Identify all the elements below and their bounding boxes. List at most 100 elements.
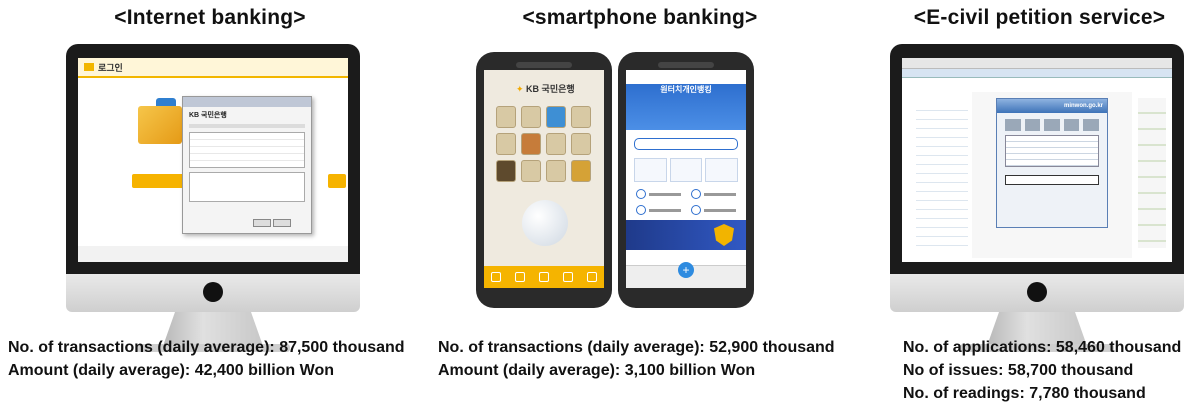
stat-line: No. of transactions (daily average): 52,… [438,336,835,359]
link-item [636,205,681,215]
link-item [691,189,736,199]
kb-logo-icon [84,63,94,71]
stat-value: 52,900 thousand [709,339,835,356]
app-icon [571,106,591,128]
woori-links [636,189,736,215]
stat-value: 3,100 billion Won [624,362,756,379]
app-icon [546,133,566,155]
app-icon [571,160,591,182]
woori-header: 원터치개인뱅킹 [626,84,746,130]
stat-value: 42,400 billion Won [194,362,335,379]
stat-value: 87,500 thousand [279,339,405,356]
password-area [189,172,305,202]
stat-line: No of issues: 58,700 thousand [903,359,1181,382]
app-icon [521,160,541,182]
dialog-toolbar [189,124,305,128]
app-icon-grid [496,106,592,182]
e-civil-screen: minwon.go.kr [902,58,1172,262]
stat-value: 58,460 thousand [1055,339,1182,356]
tile [669,158,703,182]
e-civil-panel: <E-civil petition service> minwon.go.kr [880,0,1199,410]
woori-bottom-nav: + [626,262,746,288]
app-icon [496,133,516,155]
ec-sidebar [916,102,968,252]
ec-right-column [1138,98,1166,248]
home-icon [539,272,549,282]
app-icon [496,106,516,128]
monitor-bezel: 로그인 KB 국민은행 [66,44,360,274]
ec-cert-dialog: minwon.go.kr [996,98,1108,228]
phone-kb: ✦ KB 국민은행 [476,52,612,308]
stat-label: No. of readings: [903,385,1025,402]
certificate-list [189,132,305,168]
app-icon [571,133,591,155]
link-item [636,189,681,199]
stat-label: Amount (daily average): [438,362,621,379]
shield-icon [714,224,734,246]
phone-speaker [516,62,572,68]
stats-block: No. of transactions (daily average): 52,… [438,336,835,382]
security-banner [626,220,746,250]
monitor-chin [66,274,360,312]
dialog-ok-button [253,219,271,227]
app-icon [496,160,516,182]
app-mascot-icon [522,200,568,246]
browser-tabs [902,69,1172,78]
stat-label: No of issues: [903,362,1004,379]
ib-shield-icon [138,106,182,144]
kb-app-screen: ✦ KB 국민은행 [484,70,604,288]
phone-speaker [658,62,714,68]
woori-title: 원터치개인뱅킹 [660,85,712,94]
kb-app-logo: ✦ KB 국민은행 [516,84,575,94]
internet-banking-screen: 로그인 KB 국민은행 [78,58,348,262]
panel-title: <Internet banking> [114,6,306,29]
browser-bar [902,58,1172,69]
smartphone-banking-panel: <smartphone banking> ✦ KB 국민은행 원터치개인뱅킹 +… [430,0,850,410]
ec-dialog-header: minwon.go.kr [997,99,1107,113]
stat-line: No. of transactions (daily average): 87,… [8,336,405,359]
tile [705,158,738,182]
link-item [691,205,736,215]
plus-icon: + [678,262,694,278]
woori-app-screen: 원터치개인뱅킹 + [626,70,746,288]
chat-icon [563,272,573,282]
stat-label: No. of transactions (daily average): [438,339,705,356]
stat-line: Amount (daily average): 3,100 billion Wo… [438,359,835,382]
woori-tiles [634,158,738,182]
kb-app-brand: KB 국민은행 [526,84,575,94]
ec-password-field [1005,175,1099,185]
monitor-button-icon [203,282,223,302]
phone-woori: 원터치개인뱅킹 + [618,52,754,308]
app-icon [546,160,566,182]
app-icon [521,133,541,155]
ib-login-label: 로그인 [98,62,123,73]
ec-site-label: minwon.go.kr [1064,103,1103,109]
woori-search-input [634,138,738,150]
ec-cert-list [1005,135,1099,167]
power-icon [587,272,597,282]
dialog-brand: KB 국민은행 [189,112,227,119]
monitor-chin [890,274,1184,312]
stat-label: No. of applications: [903,339,1052,356]
stat-value: 7,780 thousand [1029,385,1146,402]
stat-line: No. of readings: 7,780 thousand [903,382,1181,405]
app-icon [521,106,541,128]
stat-line: No. of applications: 58,460 thousand [903,336,1181,359]
stat-label: Amount (daily average): [8,362,191,379]
dialog-titlebar [183,97,311,107]
stat-line: Amount (daily average): 42,400 billion W… [8,359,405,382]
user-icon [515,272,525,282]
internet-banking-panel: <Internet banking> 로그인 KB 국민은행 No. of tr… [0,0,420,410]
tile [634,158,667,182]
monitor-button-icon [1027,282,1047,302]
kb-bottom-nav [484,266,604,288]
dialog-cancel-button [273,219,291,227]
mail-icon [491,272,501,282]
ib-footer [78,246,348,262]
ib-header: 로그인 [78,58,348,78]
ib-login-button-2 [328,174,346,188]
ec-storage-icons [1005,119,1099,131]
stat-label: No. of transactions (daily average): [8,339,275,356]
stat-value: 58,700 thousand [1007,362,1134,379]
stats-block: No. of applications: 58,460 thousand No … [903,336,1181,405]
